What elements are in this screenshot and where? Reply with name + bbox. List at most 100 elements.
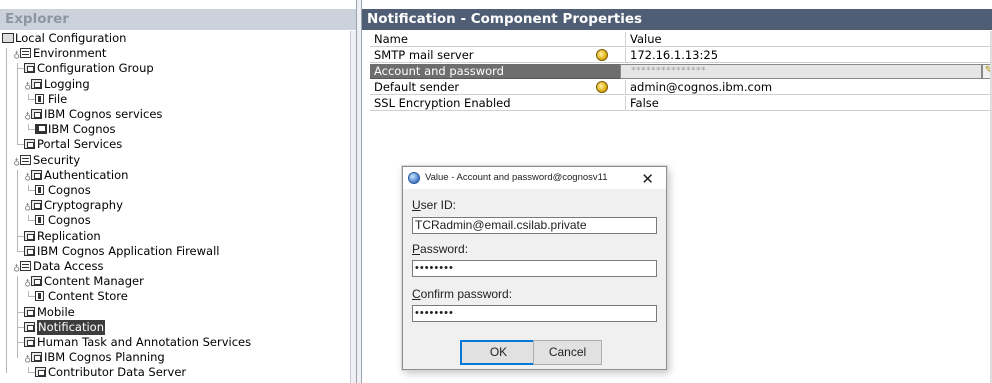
credentials-dialog: Value - Account and password@cognosv11 ✕… — [402, 166, 667, 370]
tree-item-label: Notification — [37, 319, 105, 335]
tree-item-mobile[interactable]: Mobile — [0, 305, 348, 320]
property-name: Default sender — [374, 80, 460, 94]
tree-item-ibm-cognos-services[interactable]: ♀ IBM Cognos services — [0, 107, 348, 122]
tree-guide-line — [17, 169, 18, 252]
tree-item-human-task-and-annotation-services[interactable]: Human Task and Annotation Services — [0, 335, 348, 350]
tree-item-content-manager[interactable]: ♀ Content Manager — [0, 274, 348, 289]
table-header-row: Name Value — [370, 32, 992, 47]
component-icon — [31, 276, 42, 287]
tree-item-ibm-cognos-planning[interactable]: ♀ IBM Cognos Planning — [0, 350, 348, 365]
table-row-account[interactable]: Account and password *************** ✎ — [370, 64, 992, 79]
tree-item-contributor-data-server[interactable]: Contributor Data Server — [0, 365, 348, 380]
collapse-toggle-icon[interactable]: ♀ — [22, 107, 31, 122]
tree-item-ibm-cognos[interactable]: IBM Cognos — [0, 122, 348, 137]
component-icon — [31, 109, 42, 119]
tree-item-authentication[interactable]: ♀ Authentication — [0, 168, 348, 183]
user-id-field[interactable]: TCRadmin@email.csilab.private — [412, 217, 657, 234]
tree-item-label: Logging — [44, 76, 90, 91]
property-name: SMTP mail server — [374, 48, 474, 62]
tree-item-cryptography[interactable]: ♀ Cryptography — [0, 198, 348, 213]
password-label: Password: — [412, 242, 468, 256]
user-id-label: User ID: — [412, 198, 456, 212]
folder-icon — [20, 261, 31, 271]
tree-guide-line — [28, 367, 29, 374]
tree-item-label: Portal Services — [37, 137, 123, 152]
component-icon — [24, 230, 35, 241]
collapse-toggle-icon[interactable]: ♀ — [22, 198, 31, 213]
tree-item-logging[interactable]: ♀ Logging — [0, 77, 348, 92]
tree-item-ibm-cognos-application-firewall[interactable]: IBM Cognos Application Firewall — [0, 244, 348, 259]
tree-item-content-store[interactable]: Content Store — [0, 289, 348, 304]
tree-item-configuration-group[interactable]: Configuration Group — [0, 61, 348, 76]
component-icon — [24, 245, 35, 256]
resource-icon — [35, 291, 44, 302]
tree-item-label: Content Store — [48, 289, 128, 304]
collapse-toggle-icon[interactable]: ♀ — [22, 77, 31, 92]
column-divider — [625, 48, 626, 63]
collapse-toggle-icon[interactable]: ♀ — [11, 259, 20, 274]
explorer-pane: Explorer Local Configuration ♀ Environment… — [0, 0, 356, 383]
password-field[interactable]: •••••••• — [412, 260, 657, 277]
folder-icon — [20, 48, 31, 59]
tree-item-label: Authentication — [44, 167, 129, 182]
tree-item-environment[interactable]: ♀ Environment — [0, 46, 348, 61]
tree-item-local-configuration[interactable]: Local Configuration — [0, 31, 348, 46]
property-value: admin@cognos.ibm.com — [630, 80, 773, 94]
folder-icon — [20, 154, 31, 165]
tree-item-label: Data Access — [33, 259, 104, 273]
tree-item-cognos[interactable]: Cognos — [0, 183, 348, 198]
collapse-toggle-icon[interactable]: ♀ — [22, 350, 31, 365]
table-row-smtp[interactable]: SMTP mail server 172.16.1.13:25 — [370, 48, 992, 63]
cancel-button[interactable]: Cancel — [533, 340, 602, 365]
info-icon — [596, 49, 608, 61]
confirm-password-label: Confirm password: — [412, 287, 512, 301]
local-config-icon — [2, 33, 14, 43]
tree-item-replication[interactable]: Replication — [0, 229, 348, 244]
collapse-toggle-icon[interactable]: ♀ — [22, 274, 31, 289]
confirm-password-field[interactable]: •••••••• — [412, 305, 657, 322]
component-icon — [31, 169, 42, 180]
tree-item-label: Replication — [37, 228, 101, 243]
collapse-toggle-icon[interactable]: ♀ — [11, 46, 20, 61]
column-header-name[interactable]: Name — [374, 32, 408, 46]
ok-button[interactable]: OK — [460, 340, 537, 365]
component-icon — [31, 352, 42, 363]
resource-icon — [35, 215, 44, 226]
resource-icon — [35, 185, 44, 195]
tree-item-file[interactable]: File — [0, 92, 348, 107]
collapse-toggle-icon[interactable]: ♀ — [11, 153, 20, 168]
property-value: 172.16.1.13:25 — [630, 48, 719, 62]
collapse-toggle-icon[interactable]: ♀ — [22, 168, 31, 183]
table-row-sender[interactable]: Default sender admin@cognos.ibm.com — [370, 80, 992, 95]
dialog-titlebar[interactable]: Value - Account and password@cognosv11 ✕ — [403, 167, 666, 189]
tree-item-portal-services[interactable]: Portal Services — [0, 137, 348, 152]
tree-item-cognos[interactable]: Cognos — [0, 213, 348, 228]
column-header-value[interactable]: Value — [630, 32, 662, 46]
tree-guide-line — [28, 185, 29, 191]
component-icon — [24, 306, 35, 317]
table-row-ssl[interactable]: SSL Encryption Enabled False — [370, 96, 992, 111]
masked-value-field[interactable]: *************** — [620, 64, 982, 79]
tree-item-label: Security — [33, 152, 81, 167]
component-icon — [24, 139, 35, 150]
column-divider — [625, 80, 626, 95]
component-icon — [24, 321, 35, 332]
tree-guide-line — [17, 276, 18, 359]
tree-item-security[interactable]: ♀ Security — [0, 153, 348, 168]
tree-item-label: Local Configuration — [15, 31, 127, 45]
component-icon — [31, 78, 42, 89]
tree-item-label: File — [48, 91, 68, 106]
tree-item-data-access[interactable]: ♀ Data Access — [0, 259, 348, 274]
label-text: onfirm password: — [420, 287, 513, 301]
tree-item-label: IBM Cognos services — [44, 107, 163, 121]
tree-item-label: Contributor Data Server — [48, 365, 187, 380]
info-icon — [596, 81, 608, 93]
tree-guide-line — [28, 124, 29, 131]
mnemonic-u: U — [412, 198, 421, 212]
close-icon[interactable]: ✕ — [641, 170, 654, 188]
tree-item-label: Cognos — [48, 213, 91, 228]
tree-item-notification[interactable]: Notification — [0, 319, 348, 335]
resource-icon — [35, 93, 44, 104]
property-value: False — [630, 96, 659, 110]
dialog-title: Value - Account and password@cognosv11 — [425, 172, 608, 183]
